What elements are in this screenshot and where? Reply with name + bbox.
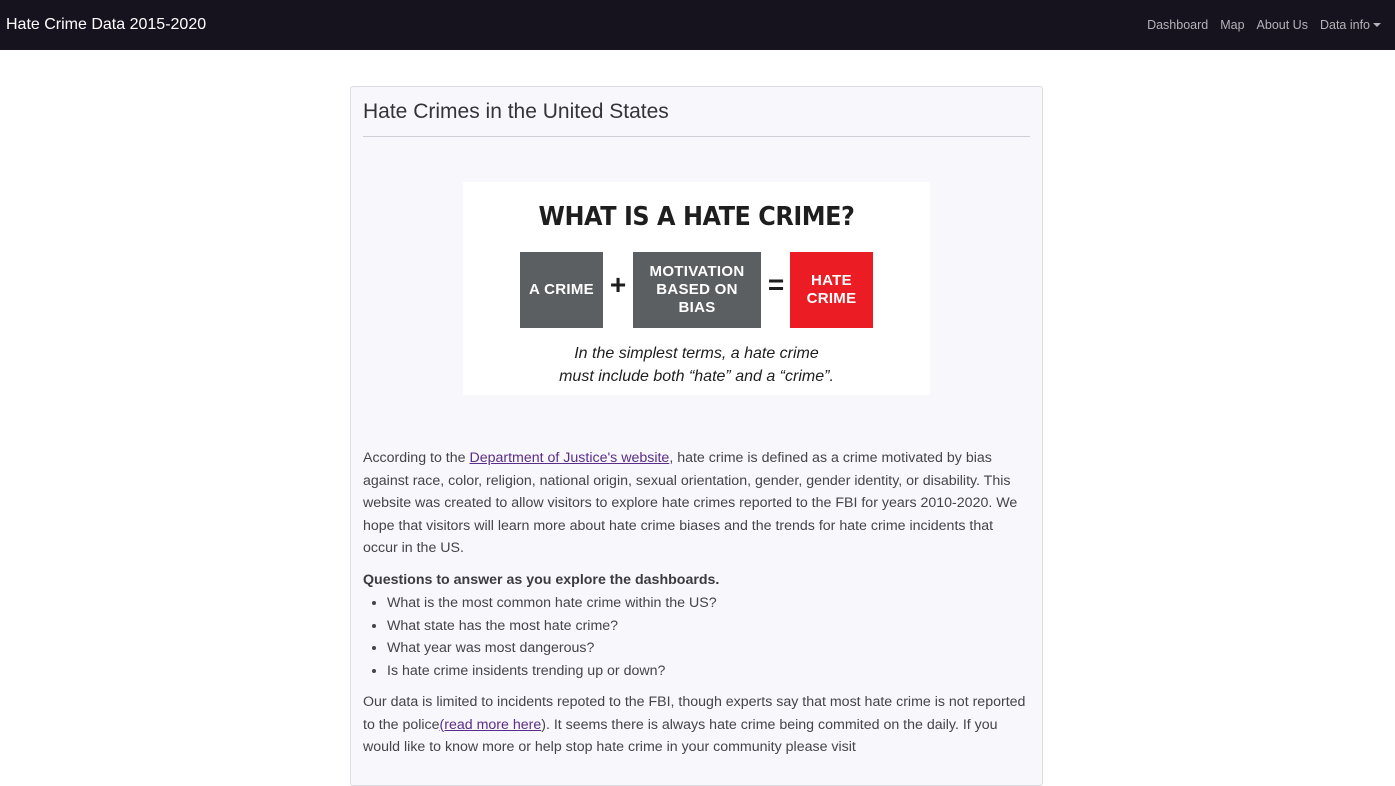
chevron-down-icon [1373, 23, 1381, 27]
brand-link[interactable]: Hate Crime Data 2015-2020 [6, 16, 206, 34]
card-body-text: According to the Department of Justice's… [363, 447, 1031, 768]
infographic-caption-line: In the simplest terms, a hate crime [574, 345, 819, 362]
content-card: Hate Crimes in the United States WHAT IS… [350, 86, 1043, 786]
infographic-plus-sign: + [609, 269, 627, 300]
doj-website-link[interactable]: Department of Justice's website [469, 450, 669, 466]
question-item: Is hate crime insidents trending up or d… [387, 660, 1031, 683]
nav-map-link[interactable]: Map [1220, 18, 1244, 32]
question-item: What is the most common hate crime withi… [387, 592, 1031, 615]
questions-heading: Questions to answer as you explore the d… [363, 571, 720, 588]
intro-paragraph: According to the Department of Justice's… [363, 447, 1031, 560]
infographic-motivation-line: BIAS [678, 299, 716, 316]
question-item: What year was most dangerous? [387, 637, 1031, 660]
infographic-motivation-line: MOTIVATION [649, 263, 745, 280]
questions-list: What is the most common hate crime withi… [363, 592, 1031, 682]
infographic-motivation-box: MOTIVATION BASED ON BIAS [633, 252, 761, 328]
infographic-hate-line: HATE [811, 272, 852, 289]
nav-about-us-link[interactable]: About Us [1257, 18, 1308, 32]
infographic-hate-crime-box: HATE CRIME [790, 252, 873, 328]
infographic-equals-sign: = [767, 269, 785, 300]
read-more-link[interactable]: (read more here [440, 717, 542, 733]
nav-data-info-label: Data info [1319, 18, 1370, 32]
infographic-motivation-line: BASED ON [656, 281, 738, 298]
nav-dashboard-link[interactable]: Dashboard [1147, 18, 1208, 32]
infographic-crime-box: A CRIME [520, 252, 603, 328]
intro-text-start: According to the [363, 450, 470, 466]
top-navbar: Hate Crime Data 2015-2020 Dashboard Map … [0, 0, 1395, 50]
nav-links: Dashboard Map About Us Data info [1147, 18, 1381, 32]
closing-paragraph: Our data is limited to incidents repoted… [363, 691, 1031, 759]
infographic-caption-line: must include both “hate” and a “crime”. [559, 368, 834, 385]
infographic-hate-line: CRIME [806, 290, 857, 307]
infographic-caption: In the simplest terms, a hate crime must… [463, 342, 930, 388]
hate-crime-infographic: WHAT IS A HATE CRIME? A CRIME + MOTIVATI… [463, 182, 930, 395]
nav-data-info-dropdown[interactable]: Data info [1320, 18, 1381, 32]
infographic-title: WHAT IS A HATE CRIME? [538, 202, 855, 232]
question-item: What state has the most hate crime? [387, 615, 1031, 638]
page-title: Hate Crimes in the United States [363, 87, 1030, 137]
